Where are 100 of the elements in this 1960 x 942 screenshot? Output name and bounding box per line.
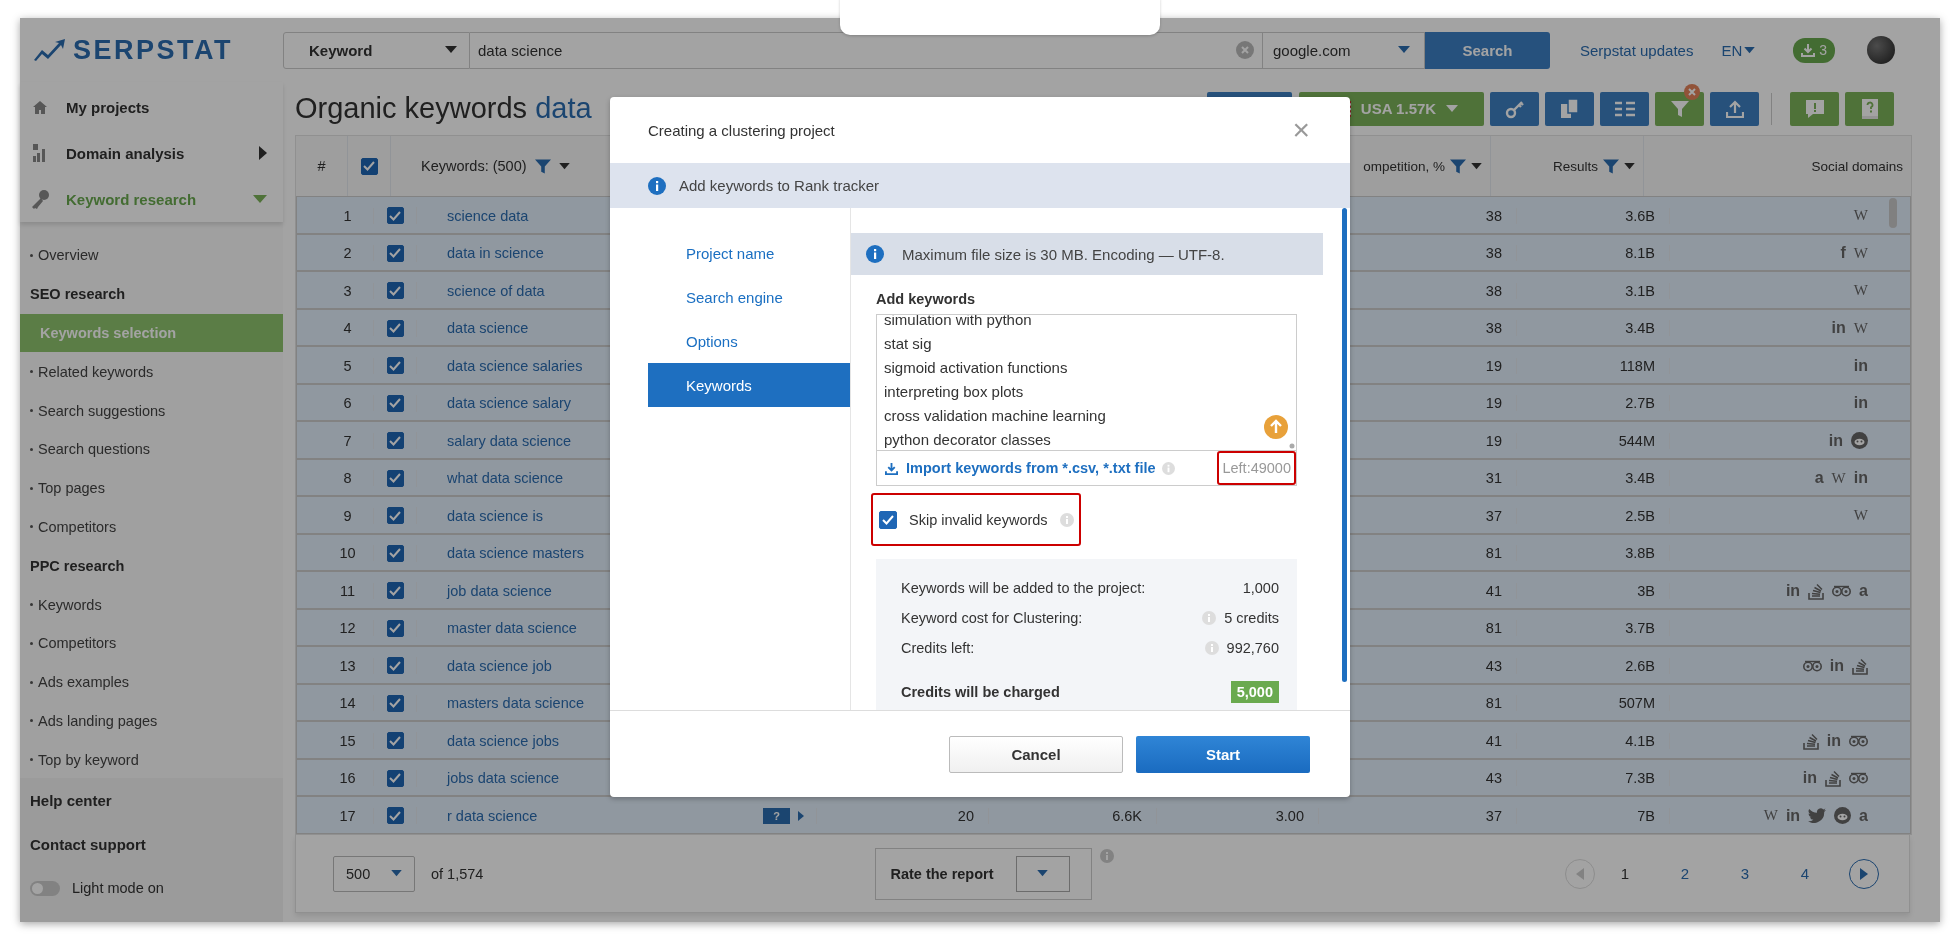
owl-eyes-icon[interactable]	[1849, 734, 1868, 747]
checkbox[interactable]	[386, 244, 404, 262]
social-site-icon[interactable]: in	[1853, 469, 1868, 488]
checkbox[interactable]	[386, 319, 404, 337]
social-site-icon[interactable]: in	[1826, 731, 1841, 750]
start-button[interactable]: Start	[1136, 735, 1310, 773]
checkbox[interactable]	[386, 694, 404, 712]
sidebar-item[interactable]: My projects	[20, 84, 283, 130]
social-site-icon[interactable]: W	[1763, 807, 1778, 825]
owl-eyes-icon[interactable]	[1849, 772, 1868, 785]
social-site-icon[interactable]: W	[1853, 207, 1868, 225]
checkbox[interactable]	[386, 469, 404, 487]
search-type-dropdown[interactable]: Keyword	[283, 31, 470, 69]
page-button[interactable]: 3	[1715, 864, 1775, 883]
caret-icon[interactable]	[558, 162, 570, 170]
checkbox[interactable]	[386, 357, 404, 375]
avatar[interactable]	[1867, 36, 1896, 64]
updates-link[interactable]: Serpstat updates	[1580, 41, 1694, 59]
checkbox[interactable]	[879, 510, 897, 529]
social-site-icon[interactable]: in	[1853, 356, 1868, 375]
sidebar-link[interactable]: Related keywords	[20, 352, 283, 392]
sidebar-link[interactable]: Search questions	[20, 430, 283, 469]
checkbox[interactable]	[386, 207, 404, 225]
checkbox[interactable]	[386, 657, 404, 675]
tray-stack-icon[interactable]	[1852, 656, 1868, 675]
scrollbar[interactable]	[1342, 208, 1347, 682]
tray-stack-icon[interactable]	[1808, 581, 1825, 600]
checkbox[interactable]	[386, 282, 404, 300]
keyword-link[interactable]: data science salary	[447, 395, 572, 412]
engine-dropdown[interactable]: google.com	[1263, 31, 1425, 69]
sidebar-link[interactable]: Keywords selection	[20, 313, 283, 353]
toolbar-button[interactable]	[1845, 91, 1894, 126]
social-site-icon[interactable]: in	[1802, 769, 1817, 788]
tray-stack-icon[interactable]	[1825, 769, 1841, 788]
rating-dropdown[interactable]	[1015, 855, 1070, 892]
checkbox[interactable]	[386, 544, 404, 562]
sidebar-link[interactable]: Ads examples	[20, 662, 283, 702]
sidebar-item[interactable]: Domain analysis	[20, 130, 283, 176]
scrollbar[interactable]	[1889, 198, 1897, 228]
toolbar-button[interactable]	[1545, 91, 1594, 126]
page-button[interactable]: 1	[1595, 864, 1655, 883]
remove-badge-icon[interactable]	[1684, 83, 1700, 100]
keyword-link[interactable]: data in science	[447, 245, 544, 262]
checkbox[interactable]	[386, 769, 404, 787]
checkbox[interactable]	[386, 582, 404, 600]
sidebar-link[interactable]: Competitors	[20, 507, 283, 547]
keyword-link[interactable]: data science	[447, 320, 529, 337]
checkbox[interactable]	[360, 157, 378, 175]
keyword-link[interactable]: data science jobs	[447, 732, 560, 749]
checkbox[interactable]	[386, 732, 404, 750]
toolbar-button[interactable]	[1490, 91, 1539, 126]
sidebar-link[interactable]: Top pages	[20, 468, 283, 508]
next-page-button[interactable]	[1849, 858, 1879, 889]
social-site-icon[interactable]: W	[1831, 469, 1846, 487]
checkbox[interactable]	[386, 619, 404, 637]
sidebar-link[interactable]: Overview	[20, 236, 283, 275]
caret-icon[interactable]	[1471, 162, 1482, 170]
keyword-link[interactable]: data science masters	[447, 545, 584, 562]
social-site-icon[interactable]: W	[1853, 507, 1868, 525]
toggle-switch[interactable]	[30, 880, 60, 896]
sidebar-link[interactable]: Competitors	[20, 623, 283, 663]
keyword-link[interactable]: data science job	[447, 657, 552, 674]
keyword-link[interactable]: salary data science	[447, 432, 572, 449]
sidebar-link[interactable]: Help center	[20, 778, 283, 822]
step-tab[interactable]: Options	[648, 319, 850, 363]
resize-grip-icon[interactable]	[1289, 443, 1295, 449]
bird-icon[interactable]	[1808, 808, 1827, 824]
checkbox[interactable]	[386, 807, 404, 825]
filter-icon[interactable]	[1603, 157, 1619, 175]
search-button[interactable]: Search	[1425, 31, 1550, 69]
social-site-icon[interactable]: a	[1859, 581, 1868, 600]
keyword-link[interactable]: what data science	[447, 470, 564, 487]
toolbar-button[interactable]	[1710, 91, 1759, 126]
social-site-icon[interactable]: in	[1785, 806, 1801, 825]
keyword-link[interactable]: jobs data science	[447, 770, 560, 787]
column-header[interactable]: ompetition, %	[1363, 158, 1445, 174]
social-site-icon[interactable]: a	[1859, 806, 1868, 825]
cancel-button[interactable]: Cancel	[949, 735, 1123, 773]
filter-icon[interactable]	[1450, 157, 1466, 175]
owl-eyes-icon[interactable]	[1802, 659, 1822, 672]
keyword-link[interactable]: data science salaries	[447, 357, 583, 374]
social-site-icon[interactable]: in	[1829, 656, 1844, 675]
sidebar-link[interactable]: Ads landing pages	[20, 701, 283, 741]
toolbar-button[interactable]	[1790, 91, 1839, 126]
page-size-dropdown[interactable]: 500	[333, 855, 415, 892]
social-site-icon[interactable]: W	[1853, 282, 1868, 300]
sidebar-link[interactable]: Top by keyword	[20, 740, 283, 778]
keyword-link[interactable]: science data	[447, 207, 529, 224]
page-button[interactable]: 2	[1655, 864, 1715, 883]
social-site-icon[interactable]: W	[1853, 244, 1868, 262]
keyword-link[interactable]: job data science	[447, 582, 552, 599]
alien-head-icon[interactable]	[1851, 432, 1868, 450]
caret-icon[interactable]	[1624, 162, 1635, 170]
search-field[interactable]: data science	[470, 31, 1263, 69]
checkbox-label[interactable]: Skip invalid keywords	[909, 511, 1048, 528]
social-site-icon[interactable]: in	[1853, 394, 1868, 413]
keyword-link[interactable]: masters data science	[447, 695, 584, 712]
help-badge[interactable]: ?	[763, 807, 790, 824]
social-site-icon[interactable]: f	[1840, 244, 1846, 263]
social-site-icon[interactable]: a	[1814, 469, 1824, 488]
